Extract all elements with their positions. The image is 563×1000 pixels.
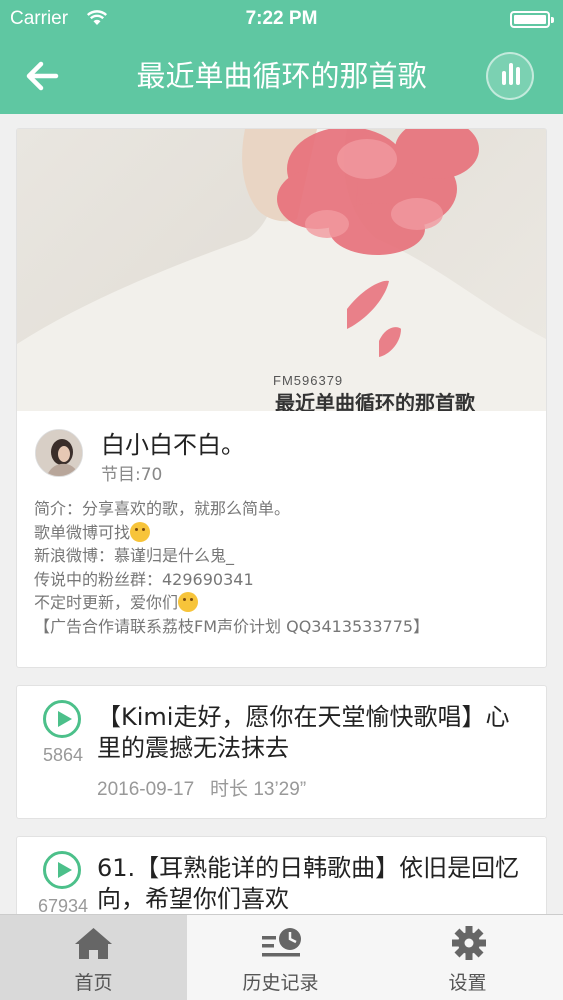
cover-art (17, 129, 546, 411)
cover-fm-number: FM596379 (273, 373, 344, 388)
avatar-image (36, 430, 82, 476)
tab-label: 历史记录 (242, 972, 319, 994)
intro-line: 不定时更新，爱你们 (34, 593, 179, 612)
episode-count: 节目:70 (101, 465, 163, 485)
smile-emoji-icon (130, 521, 151, 542)
home-icon (75, 928, 112, 959)
tab-settings[interactable]: 设置 (374, 915, 561, 1000)
play-icon[interactable] (43, 851, 81, 889)
status-time: 7:22 PM (245, 8, 318, 29)
intro-line-with-emoji: 不定时更新，爱你们 (34, 591, 536, 615)
battery-icon (510, 11, 554, 28)
tab-history[interactable]: 历史记录 (187, 915, 374, 1000)
intro-line: 传说中的粉丝群：429690341 (34, 569, 254, 589)
album-card: FM596379 最近单曲循环的那首歌 白小白不白。 节目:70 简介：分享喜欢… (16, 128, 547, 668)
tab-home[interactable]: 首页 (0, 915, 187, 1000)
avatar[interactable] (35, 429, 83, 477)
now-playing-button[interactable] (486, 52, 534, 100)
intro-line: 新浪微博：慕谨归是什么鬼_ (34, 546, 235, 565)
track-item[interactable]: 5864 【Kimi走好，愿你在天堂愉快歌唱】心里的震撼无法抹去 2016-09… (16, 685, 547, 819)
track-date: 2016-09-17 (97, 779, 195, 800)
intro-line: 【广告合作请联系荔枝FM声价计划 QQ3413533775】 (34, 616, 430, 636)
back-button[interactable] (22, 56, 70, 96)
header: Carrier 7:22 PM 最近单曲循环的那首歌 (0, 0, 563, 114)
track-duration: 时长 13’29” (210, 779, 307, 800)
intro-line: 歌单微博可找 (34, 522, 131, 542)
intro-line: 简介：分享喜欢的歌，就那么简单。 (34, 499, 291, 518)
track-title[interactable]: 【Kimi走好，愿你在天堂愉快歌唱】心里的震撼无法抹去 (97, 702, 532, 764)
gear-icon (452, 926, 486, 960)
cover-title: 最近单曲循环的那首歌 (275, 391, 475, 411)
intro-line-with-emoji: 歌单微博可找 (34, 521, 536, 545)
author-name[interactable]: 白小白不白。 (101, 425, 245, 460)
arrow-left-icon (26, 61, 59, 91)
status-bar: Carrier 7:22 PM (0, 0, 563, 38)
kiss-emoji-icon (178, 592, 199, 612)
page-title: 最近单曲循环的那首歌 (136, 59, 427, 93)
track-item[interactable]: 67934 61.【耳熟能详的日韩歌曲】依旧是回忆向，希望你们喜欢 (16, 836, 547, 914)
track-play-count: 5864 (42, 745, 84, 765)
play-icon[interactable] (43, 700, 81, 738)
tab-bar: 首页 历史记录 设置 (0, 914, 563, 1000)
track-meta: 2016-09-17 时长 13’29” (97, 774, 306, 801)
track-title[interactable]: 61.【耳熟能详的日韩歌曲】依旧是回忆向，希望你们喜欢 (97, 853, 532, 914)
album-cover: FM596379 最近单曲循环的那首歌 (17, 129, 546, 411)
track-play-count: 67934 (37, 896, 89, 914)
album-intro: 简介：分享喜欢的歌，就那么简单。 歌单微博可找 新浪微博：慕谨归是什么鬼_ 传说… (34, 497, 536, 638)
tab-label: 首页 (74, 972, 113, 994)
history-icon (262, 928, 301, 957)
tab-label: 设置 (448, 972, 487, 994)
content-scroll[interactable]: FM596379 最近单曲循环的那首歌 白小白不白。 节目:70 简介：分享喜欢… (0, 114, 563, 914)
